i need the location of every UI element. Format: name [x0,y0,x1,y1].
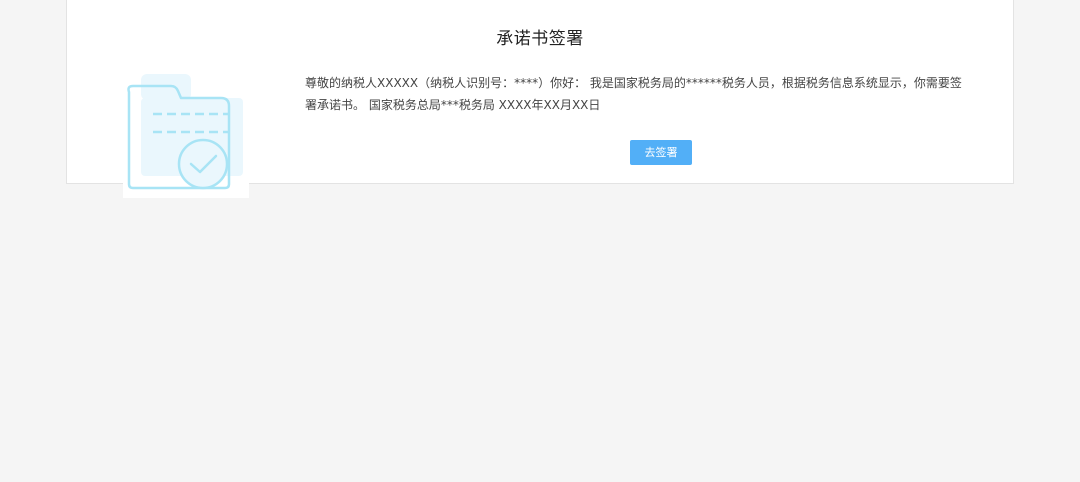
go-sign-button[interactable]: 去签署 [630,140,692,165]
page-title: 承诺书签署 [496,29,584,49]
folder-check-icon [123,72,249,198]
commitment-message: 尊敬的纳税人XXXXX（纳税人识别号：****）你好： 我是国家税务局的****… [305,76,962,112]
commitment-card: 承诺书签署 尊敬的纳税人XXXXX（纳税人识别号：****）你好： 我是国家税务… [66,0,1014,198]
